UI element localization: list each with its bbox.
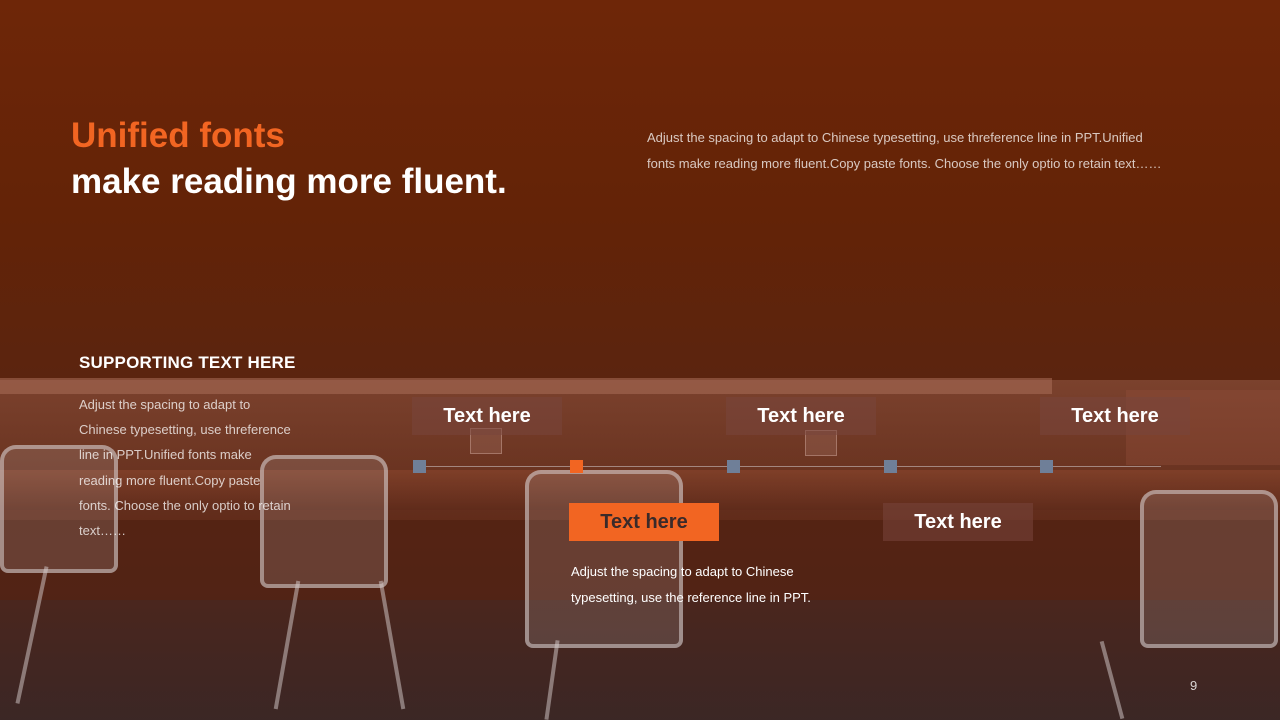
timeline-description: Adjust the spacing to adapt to Chinese t… — [571, 564, 811, 605]
title-main: make reading more fluent. — [71, 162, 507, 201]
timeline-node-4 — [884, 460, 897, 473]
timeline-node-3 — [727, 460, 740, 473]
timeline-node-5 — [1040, 460, 1053, 473]
intro-paragraph: Adjust the spacing to adapt to Chinese t… — [647, 130, 1162, 171]
supporting-heading: SUPPORTING TEXT HERE — [79, 353, 296, 372]
timeline-label-3: Text here — [726, 397, 876, 435]
timeline-label-4: Text here — [883, 503, 1033, 541]
timeline-node-2-active — [570, 460, 583, 473]
timeline-label-2-active: Text here — [569, 503, 719, 541]
supporting-body: Adjust the spacing to adapt to Chinese t… — [79, 397, 291, 539]
slide: Unified fonts make reading more fluent. … — [0, 0, 1280, 720]
title-accent: Unified fonts — [71, 116, 285, 155]
timeline-label-1: Text here — [412, 397, 562, 435]
page-number: 9 — [1190, 678, 1198, 693]
timeline-node-1 — [413, 460, 426, 473]
chair-decor — [1140, 490, 1278, 648]
timeline-label-5: Text here — [1040, 397, 1190, 435]
